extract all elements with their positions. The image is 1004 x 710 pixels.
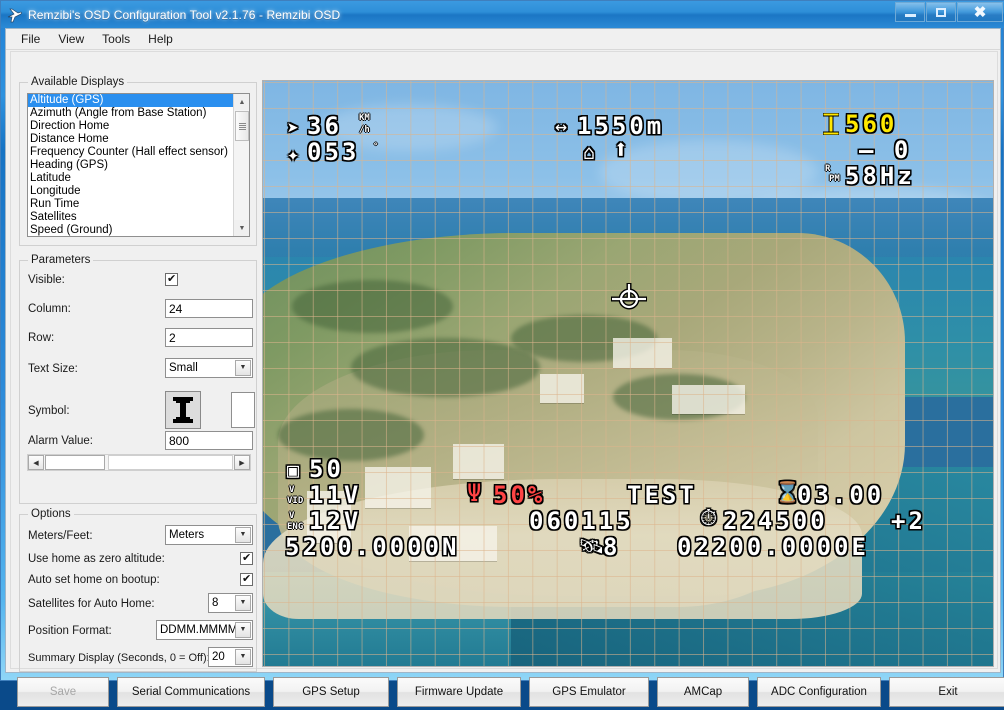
row-input[interactable]: 2 <box>165 328 253 347</box>
list-item[interactable]: Altitude (GPS) <box>28 94 234 107</box>
button-gps-emulator[interactable]: GPS Emulator <box>529 677 649 707</box>
window-controls: ✖ <box>895 2 1003 22</box>
visible-label: Visible: <box>28 274 65 286</box>
list-item[interactable]: Run Time <box>28 198 234 211</box>
title-bar: Remzibi's OSD Configuration Tool v2.1.76… <box>1 1 1004 28</box>
home-zero-label: Use home as zero altitude: <box>28 553 165 565</box>
column-label: Column: <box>28 303 71 315</box>
text-size-select[interactable]: Small ▼ <box>165 358 253 378</box>
button-gps-setup[interactable]: GPS Setup <box>273 677 389 707</box>
symbol-preview[interactable] <box>231 392 255 428</box>
menu-item-help[interactable]: Help <box>139 30 182 48</box>
scrollbar-grip-icon <box>238 122 246 130</box>
listbox-scrollbar[interactable]: ▲ ▼ <box>233 94 249 236</box>
meters-feet-value: Meters <box>169 529 205 541</box>
altitude-symbol-icon <box>173 397 193 423</box>
close-button[interactable]: ✖ <box>957 2 1003 22</box>
minimize-icon <box>904 13 916 17</box>
position-format-select[interactable]: DDMM.MMMM ▼ <box>156 620 253 640</box>
sats-home-label: Satellites for Auto Home: <box>28 598 155 610</box>
scroll-right-icon[interactable]: ▶ <box>234 455 250 470</box>
list-item[interactable]: Satellites <box>28 211 234 224</box>
alarm-value-label: Alarm Value: <box>28 435 93 447</box>
button-amcap[interactable]: AMCap <box>657 677 749 707</box>
row-label: Row: <box>28 332 55 344</box>
osd-video-preview[interactable]: ➤ 36 KM /h ✦ 053 ° ↔ 1550m ⌂ ⬆ 560 – 0 R… <box>262 80 994 667</box>
button-serial-communications[interactable]: Serial Communications <box>117 677 265 707</box>
button-firmware-update[interactable]: Firmware Update <box>397 677 521 707</box>
meters-feet-label: Meters/Feet: <box>28 530 93 542</box>
visible-checkbox[interactable] <box>165 272 178 286</box>
available-displays-group: Available Displays Altitude (GPS) Azimuth… <box>19 76 257 246</box>
menu-bar: File View Tools Help <box>6 29 1000 49</box>
close-icon: ✖ <box>973 3 987 21</box>
main-panel: Available Displays Altitude (GPS) Azimuth… <box>10 51 1004 707</box>
parameters-scrollbar-track[interactable] <box>108 455 233 470</box>
chevron-down-icon[interactable]: ▼ <box>235 649 251 665</box>
chevron-down-icon[interactable]: ▼ <box>235 622 251 638</box>
list-item[interactable]: Direction Home <box>28 120 234 133</box>
text-size-label: Text Size: <box>28 363 78 375</box>
chevron-down-icon[interactable]: ▼ <box>235 595 251 611</box>
column-input[interactable]: 24 <box>165 299 253 318</box>
osd-grid-overlay <box>263 81 993 666</box>
options-group: Options Meters/Feet: Meters ▼ Use home a… <box>19 508 257 672</box>
display-list: Altitude (GPS) Azimuth (Angle from Base S… <box>28 94 234 236</box>
action-button-row: Save Serial Communications GPS Setup Firmwa… <box>17 674 1004 710</box>
list-item[interactable]: Heading (GPS) <box>28 159 234 172</box>
scroll-left-icon[interactable]: ◀ <box>28 455 44 470</box>
scroll-down-icon[interactable]: ▼ <box>234 220 249 236</box>
menu-item-tools[interactable]: Tools <box>93 30 139 48</box>
window-title: Remzibi's OSD Configuration Tool v2.1.76… <box>28 7 341 22</box>
menu-item-file[interactable]: File <box>12 30 49 48</box>
parameters-scrollbar[interactable]: ◀ ▶ <box>27 454 251 471</box>
button-save: Save <box>17 677 109 707</box>
summary-display-value: 20 <box>212 651 225 663</box>
symbol-label: Symbol: <box>28 405 70 417</box>
sats-home-value: 8 <box>212 597 219 609</box>
summary-display-select[interactable]: 20 ▼ <box>208 647 253 667</box>
client-area: File View Tools Help Available Displays … <box>5 28 1004 707</box>
app-window: Remzibi's OSD Configuration Tool v2.1.76… <box>0 0 1004 707</box>
parameters-scrollbar-thumb[interactable] <box>45 455 105 470</box>
text-size-value: Small <box>169 362 198 374</box>
list-item[interactable]: Azimuth (Angle from Base Station) <box>28 107 234 120</box>
home-zero-checkbox[interactable] <box>240 551 253 565</box>
list-item[interactable]: Frequency Counter (Hall effect sensor) <box>28 146 234 159</box>
button-adc-configuration[interactable]: ADC Configuration <box>757 677 881 707</box>
maximize-button[interactable] <box>926 2 956 22</box>
auto-home-checkbox[interactable] <box>240 572 253 586</box>
available-displays-listbox[interactable]: Altitude (GPS) Azimuth (Angle from Base S… <box>27 93 250 237</box>
button-exit[interactable]: Exit <box>889 677 1004 707</box>
auto-home-label: Auto set home on bootup: <box>28 574 160 586</box>
summary-display-label: Summary Display (Seconds, 0 = Off): <box>28 652 210 664</box>
chevron-down-icon[interactable]: ▼ <box>235 360 251 376</box>
symbol-button[interactable] <box>165 391 201 429</box>
list-item[interactable]: Latitude <box>28 172 234 185</box>
menu-item-view[interactable]: View <box>49 30 93 48</box>
plane-icon <box>6 6 24 24</box>
meters-feet-select[interactable]: Meters ▼ <box>165 525 253 545</box>
position-format-value: DDMM.MMMM <box>160 624 238 636</box>
menu-divider <box>6 49 1000 50</box>
maximize-icon <box>936 7 946 17</box>
list-item[interactable]: Longitude <box>28 185 234 198</box>
parameters-title: Parameters <box>28 254 94 266</box>
list-item[interactable]: Speed (Ground) <box>28 224 234 236</box>
position-format-label: Position Format: <box>28 625 112 637</box>
available-displays-title: Available Displays <box>28 76 128 88</box>
scrollbar-thumb[interactable] <box>235 111 249 141</box>
alarm-value-input[interactable]: 800 <box>165 431 253 450</box>
list-item[interactable]: Distance Home <box>28 133 234 146</box>
chevron-down-icon[interactable]: ▼ <box>235 527 251 543</box>
parameters-group: Parameters Visible: Column: 24 Row: 2 Te… <box>19 254 257 504</box>
minimize-button[interactable] <box>895 2 925 22</box>
scroll-up-icon[interactable]: ▲ <box>234 94 249 110</box>
sats-home-select[interactable]: 8 ▼ <box>208 593 253 613</box>
options-title: Options <box>28 508 74 520</box>
